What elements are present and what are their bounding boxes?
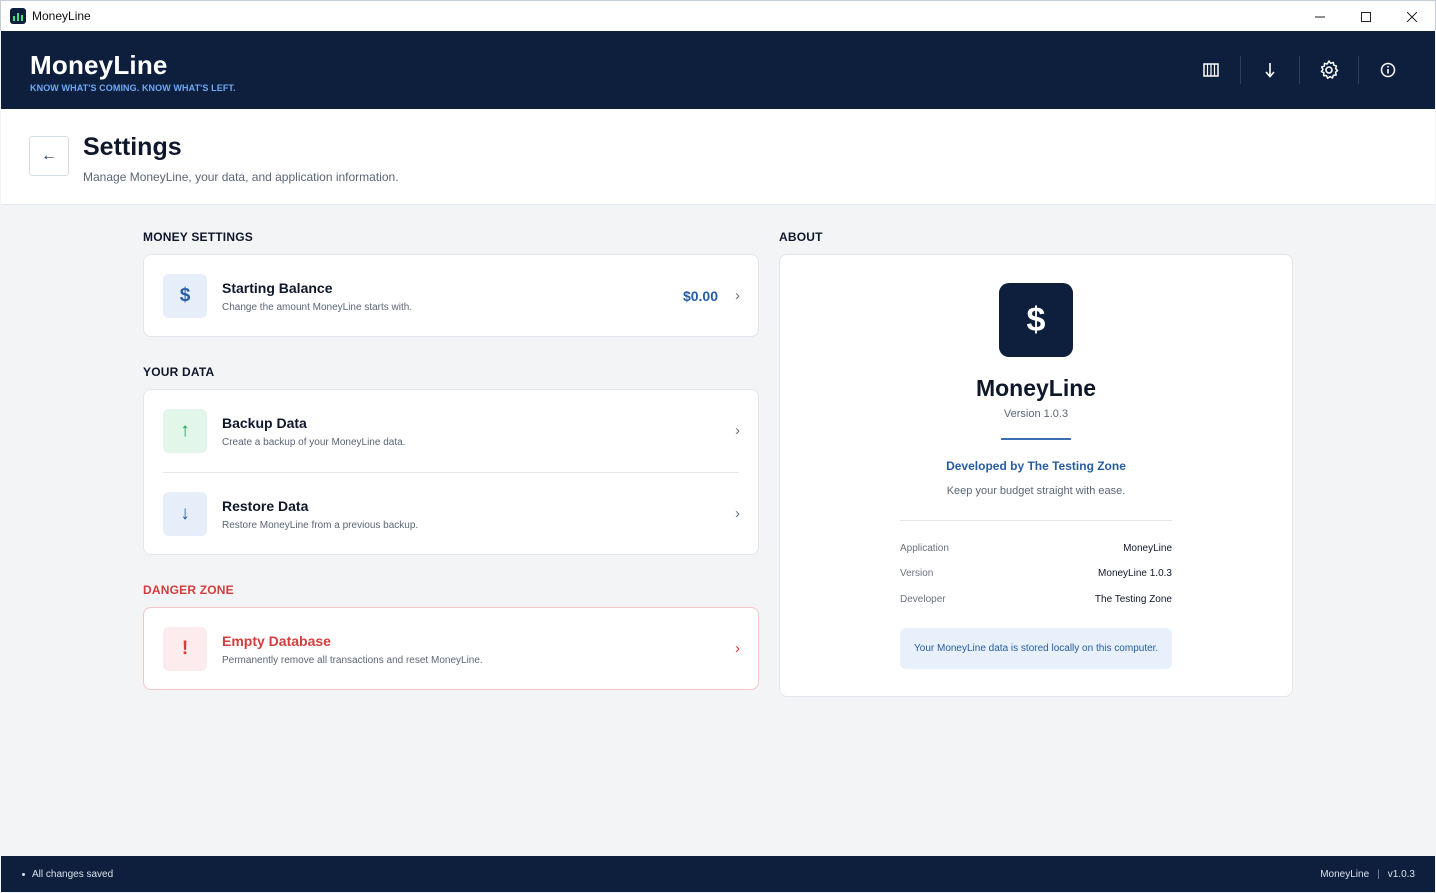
section-label-about: ABOUT [779, 230, 823, 244]
status-app-name: MoneyLine [1320, 869, 1370, 880]
brand-tagline: KNOW WHAT'S COMING. KNOW WHAT'S LEFT. [30, 83, 236, 93]
download-button[interactable] [1241, 55, 1299, 85]
status-dot-icon [22, 873, 25, 876]
empty-database-title: Empty Database [222, 633, 331, 649]
about-app-name: MoneyLine [975, 375, 1097, 401]
warning-exclamation-icon: ! [163, 627, 207, 671]
chevron-right-icon: › [735, 640, 740, 657]
about-divider-accent [1001, 438, 1071, 440]
starting-balance-row[interactable]: $ Starting Balance Change the amount Mon… [144, 255, 758, 337]
backup-data-row[interactable]: ↑ Backup Data Create a backup of your Mo… [144, 390, 758, 472]
detail-row-application: Application MoneyLine [900, 543, 1172, 557]
restore-data-title: Restore Data [222, 498, 309, 514]
info-button[interactable] [1359, 55, 1417, 85]
about-card: $ MoneyLine Version 1.0.3 Developed by T… [779, 254, 1293, 697]
restore-data-description: Restore MoneyLine from a previous backup… [222, 520, 419, 531]
page-title: Settings [83, 133, 182, 161]
download-icon [1265, 63, 1275, 78]
back-button[interactable]: ← [29, 136, 69, 176]
app-logo-icon [10, 8, 26, 24]
money-settings-card: $ Starting Balance Change the amount Mon… [143, 254, 759, 337]
your-data-card: ↑ Backup Data Create a backup of your Mo… [143, 389, 759, 555]
info-icon [1380, 62, 1396, 78]
chevron-right-icon: › [735, 287, 740, 304]
window-titlebar: MoneyLine [0, 0, 1436, 31]
section-label-your-data: YOUR DATA [143, 365, 215, 379]
minimize-icon [1315, 16, 1325, 17]
settings-button[interactable] [1300, 55, 1358, 85]
page-header: ← Settings Manage MoneyLine, your data, … [1, 109, 1435, 205]
section-label-danger-zone: DANGER ZONE [143, 583, 234, 597]
about-version: Version 1.0.3 [1003, 408, 1069, 420]
close-button[interactable] [1389, 1, 1435, 32]
detail-value: MoneyLine 1.0.3 [1098, 568, 1172, 579]
danger-zone-card: ! Empty Database Permanently remove all … [143, 607, 759, 690]
detail-row-version: Version MoneyLine 1.0.3 [900, 568, 1172, 582]
arrow-up-icon: ↑ [163, 409, 207, 453]
window-title: MoneyLine [32, 9, 91, 23]
restore-data-row[interactable]: ↓ Restore Data Restore MoneyLine from a … [144, 473, 758, 555]
about-divider [900, 520, 1172, 521]
maximize-button[interactable] [1343, 1, 1389, 32]
detail-value: The Testing Zone [1094, 594, 1172, 605]
detail-row-developer: Developer The Testing Zone [900, 594, 1172, 608]
status-bar: All changes saved MoneyLine | v1.0.3 [1, 856, 1435, 892]
about-logo-icon: $ [999, 283, 1073, 357]
calendar-button[interactable] [1182, 55, 1240, 85]
empty-database-row[interactable]: ! Empty Database Permanently remove all … [144, 608, 758, 690]
backup-data-title: Backup Data [222, 415, 307, 431]
starting-balance-title: Starting Balance [222, 280, 333, 296]
starting-balance-value: $0.00 [682, 288, 718, 304]
section-label-money-settings: MONEY SETTINGS [143, 230, 253, 244]
detail-value: MoneyLine [1123, 543, 1172, 554]
app-header: MoneyLine KNOW WHAT'S COMING. KNOW WHAT'… [1, 31, 1435, 109]
page-subtitle: Manage MoneyLine, your data, and applica… [83, 170, 399, 184]
about-tagline: Keep your budget straight with ease. [946, 485, 1126, 497]
starting-balance-description: Change the amount MoneyLine starts with. [222, 302, 413, 313]
detail-key: Version [900, 568, 934, 579]
calendar-grid-icon [1203, 63, 1219, 77]
arrow-down-icon: ↓ [163, 492, 207, 536]
gear-icon [1320, 60, 1339, 79]
empty-database-description: Permanently remove all transactions and … [222, 655, 483, 666]
brand-title: MoneyLine [30, 50, 168, 80]
status-separator: | [1377, 869, 1380, 880]
arrow-left-icon: ← [41, 147, 57, 164]
close-icon [1407, 11, 1417, 22]
minimize-button[interactable] [1297, 1, 1343, 32]
status-version: v1.0.3 [1387, 869, 1415, 880]
detail-key: Application [900, 543, 949, 554]
backup-data-description: Create a backup of your MoneyLine data. [222, 437, 406, 448]
detail-key: Developer [900, 594, 946, 605]
dollar-icon: $ [163, 274, 207, 318]
status-message: All changes saved [32, 869, 114, 880]
local-storage-note: Your MoneyLine data is stored locally on… [900, 628, 1172, 669]
about-developer: Developed by The Testing Zone [946, 459, 1126, 473]
chevron-right-icon: › [735, 505, 740, 522]
maximize-icon [1361, 11, 1371, 22]
chevron-right-icon: › [735, 422, 740, 439]
